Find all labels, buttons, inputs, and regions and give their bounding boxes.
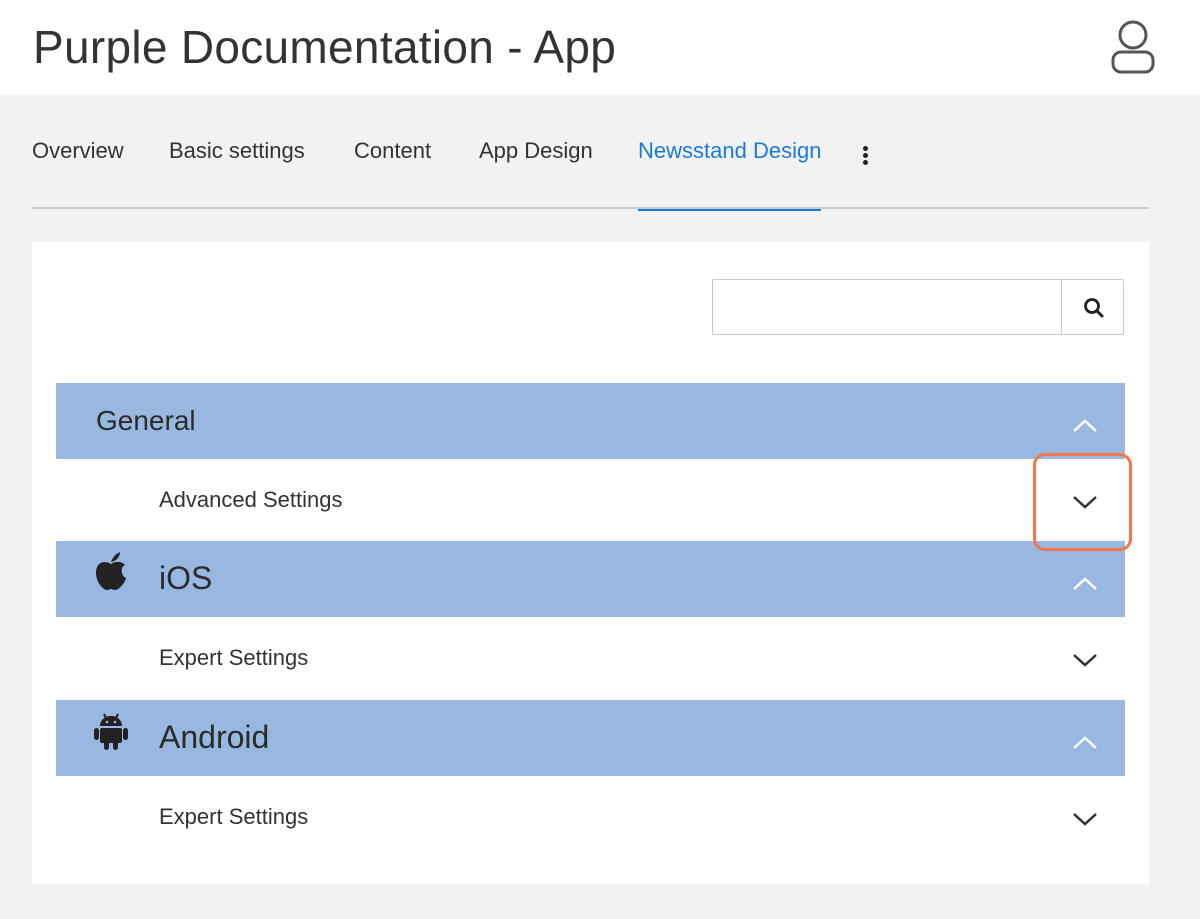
search-icon	[1084, 298, 1104, 318]
page-title: Purple Documentation - App	[33, 21, 617, 73]
search-button[interactable]	[1061, 280, 1123, 334]
chevron-up-icon[interactable]	[1072, 419, 1098, 433]
section-ios-header[interactable]: iOS	[56, 541, 1125, 617]
row-label: Expert Settings	[159, 645, 309, 670]
chevron-down-icon[interactable]	[1072, 653, 1098, 667]
row-label: Advanced Settings	[159, 487, 343, 512]
search-input[interactable]	[713, 280, 1061, 334]
tab-overview[interactable]: Overview	[32, 138, 124, 209]
tab-newsstand-design[interactable]: Newsstand Design	[638, 138, 822, 211]
row-advanced-settings[interactable]: Advanced Settings	[56, 459, 1125, 541]
section-title: Android	[159, 719, 270, 755]
tab-basic-settings[interactable]: Basic settings	[169, 138, 305, 209]
tab-content[interactable]: Content	[354, 138, 431, 209]
section-title: General	[96, 405, 196, 436]
highlight-annotation	[1033, 453, 1132, 551]
chevron-up-icon[interactable]	[1072, 736, 1098, 750]
section-android-header[interactable]: Android	[56, 700, 1125, 776]
row-ios-expert-settings[interactable]: Expert Settings	[56, 617, 1125, 699]
row-android-expert-settings[interactable]: Expert Settings	[56, 776, 1125, 858]
tab-bar: Overview Basic settings Content App Desi…	[32, 118, 1149, 211]
tab-app-design[interactable]: App Design	[479, 138, 593, 209]
app-header: Purple Documentation - App	[0, 0, 1200, 95]
chevron-down-icon[interactable]	[1072, 812, 1098, 826]
row-label: Expert Settings	[159, 804, 309, 829]
settings-panel: General Advanced Settings iOS Expert Set…	[32, 242, 1149, 884]
android-icon	[94, 713, 128, 750]
user-icon[interactable]	[1106, 18, 1160, 76]
section-title: iOS	[159, 560, 213, 596]
section-general-header[interactable]: General	[56, 383, 1125, 459]
chevron-up-icon[interactable]	[1072, 577, 1098, 591]
vertical-ellipsis-icon[interactable]	[859, 146, 871, 170]
apple-icon	[96, 552, 126, 590]
search-box	[712, 279, 1124, 335]
